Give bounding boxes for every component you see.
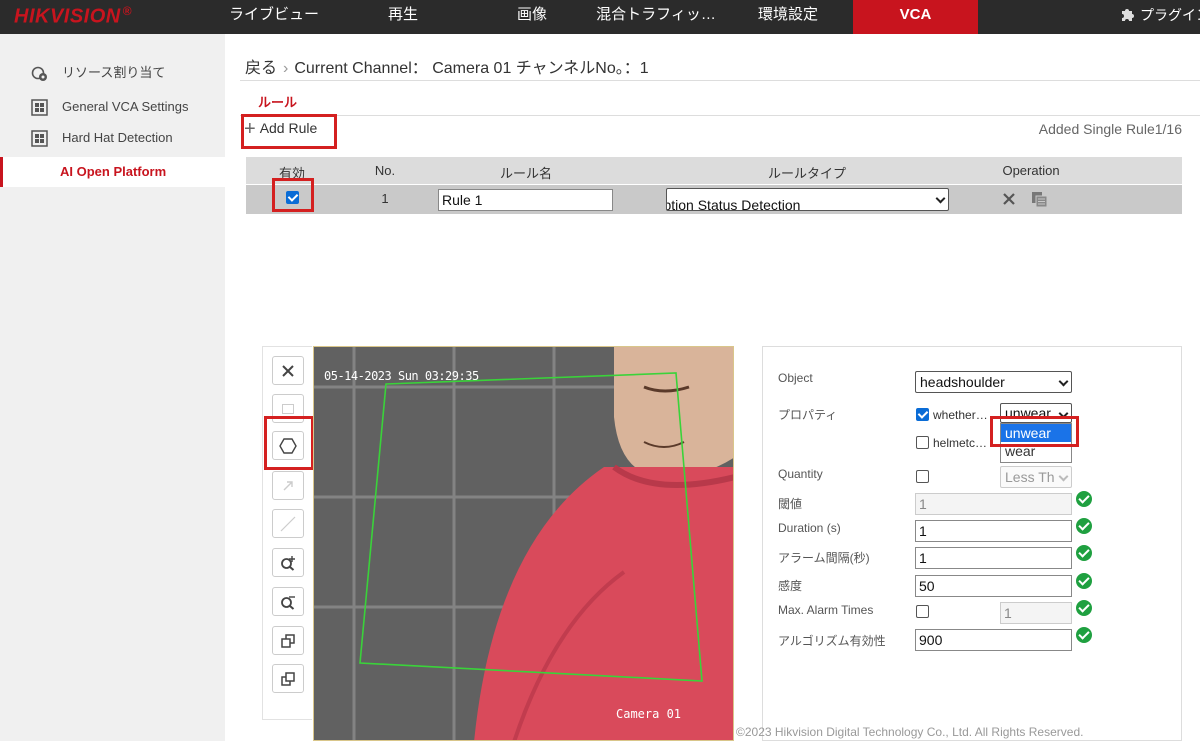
rule-type-select[interactable]: Region Target Exception Status Detection xyxy=(666,188,949,211)
quantity-checkbox[interactable] xyxy=(916,470,929,483)
quantity-label: Quantity xyxy=(778,467,823,481)
drawing-toolbar xyxy=(262,346,312,720)
rectangle-icon xyxy=(282,403,294,414)
window-icon xyxy=(281,633,295,648)
sidebar-item-resource-allocation[interactable]: リソース割り当て xyxy=(0,60,225,86)
duration-input[interactable]: 1 xyxy=(915,520,1072,542)
col-rule-name: ルール名 xyxy=(499,166,553,181)
algorithm-validity-input[interactable]: 900 xyxy=(915,629,1072,651)
object-select[interactable]: headshoulder xyxy=(915,371,1072,393)
highlight-box xyxy=(272,178,314,212)
rules-section-title: ルール xyxy=(258,95,298,110)
breadcrumb: 戻る › Current Channel： Camera 01 チャンネルNo。：1 xyxy=(245,54,649,78)
chevron-right-icon: › xyxy=(283,60,289,77)
camera-scene-image xyxy=(314,347,733,740)
sensitivity-input[interactable]: 50 xyxy=(915,575,1072,597)
arrow-icon xyxy=(283,480,293,490)
prop1-label: whether… xyxy=(933,408,988,422)
grid-icon xyxy=(31,130,48,147)
alarm-interval-label: アラーム間隔(秒) xyxy=(778,551,870,565)
highlight-box xyxy=(990,416,1079,447)
sidebar-item-general-vca-settings[interactable]: General VCA Settings xyxy=(0,94,225,120)
divider xyxy=(240,80,1200,81)
zoom-out-icon xyxy=(281,595,295,610)
zoom-in-tool-button[interactable] xyxy=(272,548,304,577)
nav-vca[interactable]: VCA xyxy=(853,0,978,34)
valid-check-icon xyxy=(1076,518,1092,534)
zoom-in-icon xyxy=(281,555,295,571)
line-icon xyxy=(280,516,296,531)
algorithm-validity-label: アルゴリズム有効性 xyxy=(778,634,886,648)
max-alarm-input[interactable]: 1 xyxy=(1000,602,1072,624)
highlight-box xyxy=(241,114,337,149)
restore-tool-button[interactable] xyxy=(272,664,304,693)
valid-check-icon xyxy=(1076,573,1092,589)
alarm-interval-input[interactable]: 1 xyxy=(915,547,1072,569)
video-timestamp: 05-14-2023 Sun 03:29:35 xyxy=(324,369,479,383)
nav-plugin[interactable]: プラグイン xyxy=(1120,0,1200,34)
nav-mixed-traffic[interactable]: 混合トラフィッ… xyxy=(592,0,720,34)
nav-playback[interactable]: 再生 xyxy=(340,0,466,34)
window-icon xyxy=(281,671,295,686)
zoom-out-tool-button[interactable] xyxy=(272,587,304,616)
property-label: プロパティ xyxy=(778,408,838,422)
col-no: No. xyxy=(374,163,396,178)
valid-check-icon xyxy=(1076,600,1092,616)
delete-icon[interactable] xyxy=(1003,193,1015,205)
nav-picture[interactable]: 画像 xyxy=(466,0,598,34)
clear-tool-button[interactable] xyxy=(272,356,304,385)
nav-live-view[interactable]: ライブビュー xyxy=(208,0,340,34)
col-rule-type: ルールタイプ xyxy=(767,166,847,181)
expand-tool-button[interactable] xyxy=(272,626,304,655)
max-alarm-checkbox[interactable] xyxy=(916,605,929,618)
back-link[interactable]: 戻る xyxy=(245,60,277,77)
prop2-checkbox[interactable] xyxy=(916,436,929,449)
rule-table-header: 有効 No. ルール名 ルールタイプ Operation xyxy=(246,157,1182,184)
valid-check-icon xyxy=(1076,545,1092,561)
close-icon xyxy=(282,364,294,377)
sidebar-item-hard-hat-detection[interactable]: Hard Hat Detection xyxy=(0,125,225,151)
copyright-footer: ©2023 Hikvision Digital Technology Co., … xyxy=(736,725,1084,739)
sidebar-item-ai-open-platform[interactable]: AI Open Platform xyxy=(0,157,225,187)
rule-properties-panel: Object headshoulder プロパティ whether… unwea… xyxy=(762,346,1182,741)
rule-name-input[interactable]: Rule 1 xyxy=(438,189,613,211)
highlight-box xyxy=(264,416,314,470)
copy-icon[interactable] xyxy=(1031,191,1048,208)
grid-icon xyxy=(31,99,48,116)
video-camera-name: Camera 01 xyxy=(616,707,682,721)
sidebar: リソース割り当て General VCA Settings Hard Hat D… xyxy=(0,34,225,741)
hikvision-logo: HIKVISION ® xyxy=(14,4,133,28)
col-operation: Operation xyxy=(1002,163,1060,178)
prop1-checkbox[interactable] xyxy=(916,408,929,421)
valid-check-icon xyxy=(1076,491,1092,507)
current-channel-label: Current Channel： Camera 01 チャンネルNo。：1 xyxy=(294,60,649,77)
divider xyxy=(240,115,1200,116)
object-label: Object xyxy=(778,371,813,385)
puzzle-icon xyxy=(1122,9,1134,21)
rule-no: 1 xyxy=(381,191,389,206)
arrow-tool-button[interactable] xyxy=(272,471,304,500)
prop2-label: helmetc… xyxy=(933,436,988,450)
top-nav-bar: HIKVISION ® ライブビュー 再生 画像 混合トラフィッ… 環境設定 VC… xyxy=(0,0,1200,34)
gear-cube-icon xyxy=(31,66,47,81)
max-alarm-label: Max. Alarm Times xyxy=(778,603,874,617)
duration-label: Duration (s) xyxy=(778,521,841,535)
camera-preview[interactable]: 05-14-2023 Sun 03:29:35 Camera 01 xyxy=(313,346,734,741)
valid-check-icon xyxy=(1076,627,1092,643)
threshold-label: 閾値 xyxy=(778,497,803,511)
rule-count: Added Single Rule1/16 xyxy=(1038,121,1182,137)
quantity-select[interactable]: Less Th xyxy=(1000,466,1072,488)
nav-configuration[interactable]: 環境設定 xyxy=(720,0,856,34)
table-row: 1 Rule 1 Region Target Exception Status … xyxy=(246,185,1182,214)
sensitivity-label: 感度 xyxy=(778,579,803,593)
line-tool-button[interactable] xyxy=(272,509,304,538)
threshold-input[interactable]: 1 xyxy=(915,493,1072,515)
